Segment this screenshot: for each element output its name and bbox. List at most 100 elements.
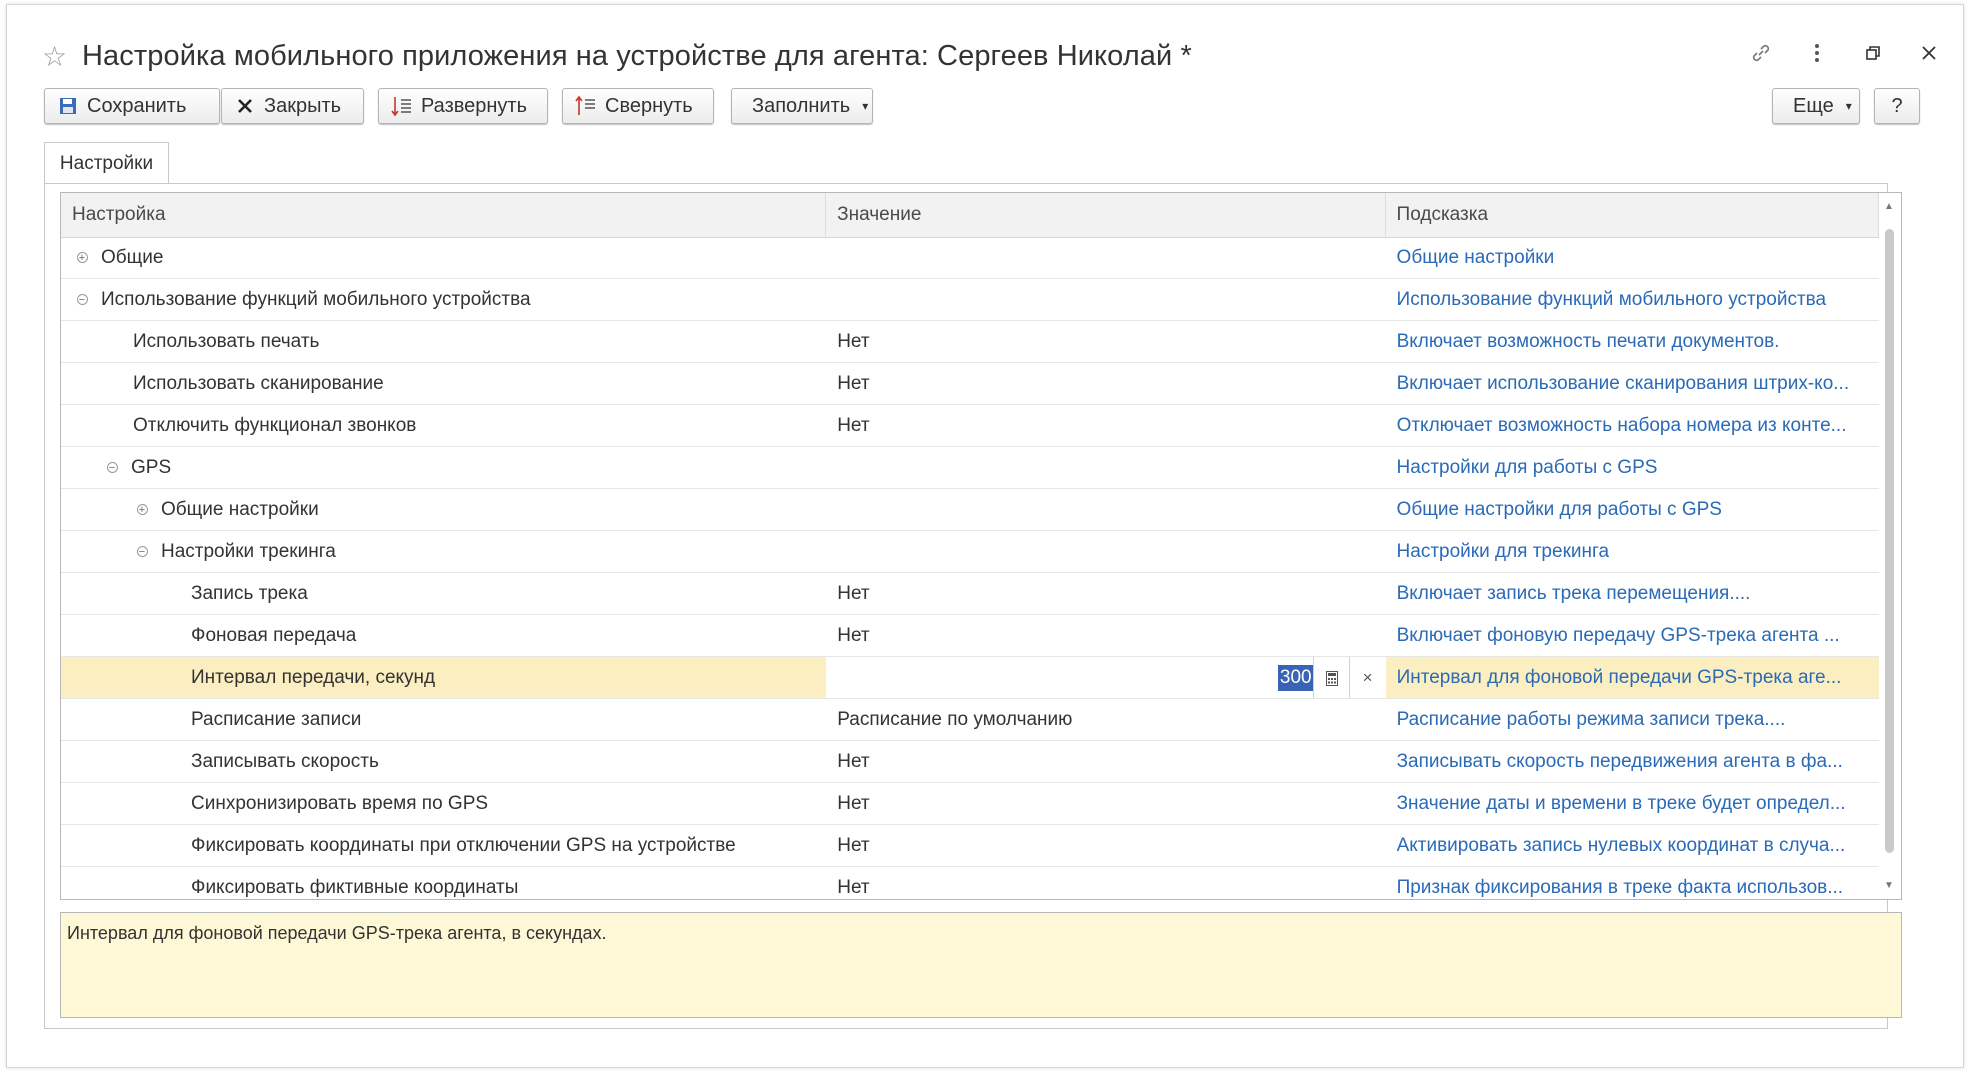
setting-name: Общие [101, 246, 164, 268]
table-row[interactable]: − Настройки трекинга Настройки для трекин… [61, 531, 1879, 573]
star-icon[interactable]: ☆ [42, 40, 82, 73]
tab-settings[interactable]: Настройки [44, 142, 169, 184]
value-cell[interactable]: Расписание по умолчанию [826, 699, 1385, 740]
value-cell[interactable]: Нет [826, 321, 1385, 362]
vertical-scrollbar[interactable]: ▲ ▼ [1879, 193, 1901, 899]
value-editor[interactable]: 300 × [826, 657, 1386, 698]
description-text: Интервал для фоновой передачи GPS-трека … [67, 923, 607, 943]
hint-cell: Интервал для фоновой передачи GPS-трека … [1385, 657, 1879, 698]
hint-text: Активировать запись нулевых координат в … [1396, 834, 1846, 856]
link-icon[interactable] [1746, 38, 1776, 68]
table-row[interactable]: Расписание записи Расписание по умолчани… [61, 699, 1879, 741]
setting-cell: Синхронизировать время по GPS [61, 783, 826, 824]
value-cell[interactable]: Нет [826, 783, 1385, 824]
value-cell[interactable] [826, 279, 1385, 320]
chevron-down-icon: ▾ [1845, 99, 1852, 113]
close-button[interactable]: Закрыть [221, 88, 364, 124]
chevron-down-icon: ▾ [862, 99, 869, 113]
expand-plus-icon[interactable]: + [71, 247, 93, 269]
column-header-setting[interactable]: Настройка [61, 193, 827, 237]
table-row[interactable]: Фоновая передача Нет Включает фоновую пе… [61, 615, 1879, 657]
restore-icon[interactable] [1858, 38, 1888, 68]
setting-name: Настройки трекинга [161, 540, 336, 562]
more-dropdown-button[interactable]: Еще ▾ [1772, 88, 1860, 124]
clear-icon[interactable]: × [1348, 657, 1386, 698]
setting-name: Расписание записи [191, 708, 362, 730]
value-cell[interactable] [826, 237, 1385, 278]
table-row[interactable]: + Общие настройки Общие настройки для раб… [61, 489, 1879, 531]
table-row[interactable]: Синхронизировать время по GPS Нет Значен… [61, 783, 1879, 825]
fill-dropdown-button[interactable]: Заполнить ▾ [731, 88, 873, 124]
interval-input[interactable]: 300 [1277, 665, 1314, 691]
table-row[interactable]: − Использование функций мобильного устрой… [61, 279, 1879, 321]
setting-name: Фоновая передача [191, 624, 357, 646]
calculator-icon[interactable] [1312, 657, 1350, 698]
value-cell[interactable]: Нет [826, 825, 1385, 866]
scroll-thumb[interactable] [1885, 229, 1894, 853]
setting-name: Использование функций мобильного устройс… [101, 288, 531, 310]
table-row[interactable]: Фиксировать координаты при отключении GP… [61, 825, 1879, 867]
value-cell[interactable] [826, 531, 1385, 572]
column-header-value[interactable]: Значение [826, 193, 1386, 237]
hint-text: Признак фиксирования в треке факта испол… [1396, 876, 1844, 898]
hint-cell: Признак фиксирования в треке факта испол… [1386, 867, 1879, 899]
setting-cell: Отключить функционал звонков [61, 405, 826, 446]
save-button[interactable]: Сохранить [44, 88, 220, 124]
scroll-up-icon[interactable]: ▲ [1884, 201, 1894, 212]
table-row[interactable]: Запись трека Нет Включает запись трека п… [61, 573, 1879, 615]
setting-name: Интервал передачи, секунд [191, 666, 436, 688]
table-row[interactable]: + Общие Общие настройки [61, 237, 1879, 279]
table-row[interactable]: − GPS Настройки для работы с GPS [61, 447, 1879, 489]
table-row[interactable]: Записывать скорость Нет Записывать скоро… [61, 741, 1879, 783]
setting-cell: + Общие [61, 237, 826, 278]
floppy-icon [57, 95, 79, 117]
fill-button-label: Заполнить [752, 94, 851, 117]
value-cell[interactable]: Нет [826, 363, 1385, 404]
setting-name: Запись трека [191, 582, 308, 604]
hint-text: Включает использование сканирования штри… [1396, 372, 1850, 394]
expand-plus-icon[interactable]: + [131, 499, 153, 521]
more-icon[interactable] [1802, 38, 1832, 68]
hint-cell: Настройки для трекинга [1386, 531, 1879, 572]
table-row[interactable]: Использовать печать Нет Включает возможн… [61, 321, 1879, 363]
setting-cell: − Настройки трекинга [61, 531, 826, 572]
setting-name: Фиксировать координаты при отключении GP… [191, 834, 736, 856]
setting-cell: Фиксировать фиктивные координаты [61, 867, 826, 899]
hint-cell: Записывать скорость передвижения агента … [1386, 741, 1879, 782]
table-row-selected[interactable]: Интервал передачи, секунд 300 × Интервал… [61, 657, 1879, 699]
table-header: Настройка Значение Подсказка [61, 193, 1879, 238]
collapse-minus-icon[interactable]: − [131, 541, 153, 563]
hint-text: Включает запись трека перемещения.... [1396, 582, 1751, 604]
value-cell[interactable] [826, 447, 1385, 488]
collapse-minus-icon[interactable]: − [71, 289, 93, 311]
setting-name: Общие настройки [161, 498, 319, 520]
collapse-tree-icon [575, 95, 597, 117]
description-panel: Интервал для фоновой передачи GPS-трека … [60, 912, 1902, 1018]
hint-cell: Использование функций мобильного устройс… [1386, 279, 1879, 320]
value-cell[interactable]: Нет [826, 405, 1385, 446]
scroll-down-icon[interactable]: ▼ [1884, 880, 1894, 891]
value-cell[interactable]: Нет [826, 573, 1385, 614]
setting-name: GPS [131, 456, 172, 478]
value-cell[interactable]: Нет [826, 741, 1385, 782]
collapse-minus-icon[interactable]: − [101, 457, 123, 479]
expand-button[interactable]: Развернуть [378, 88, 548, 124]
hint-cell: Включает фоновую передачу GPS-трека аген… [1386, 615, 1879, 656]
hint-cell: Включает использование сканирования штри… [1386, 363, 1879, 404]
setting-cell: − Использование функций мобильного устрой… [61, 279, 826, 320]
collapse-button[interactable]: Свернуть [562, 88, 714, 124]
table-row[interactable]: Использовать сканирование Нет Включает и… [61, 363, 1879, 405]
value-cell[interactable] [826, 489, 1385, 530]
table-row[interactable]: Отключить функционал звонков Нет Отключа… [61, 405, 1879, 447]
value-cell[interactable]: Нет [826, 867, 1385, 899]
value-cell[interactable]: Нет [826, 615, 1385, 656]
collapse-button-label: Свернуть [605, 94, 693, 117]
setting-cell: Расписание записи [61, 699, 826, 740]
setting-cell: Записывать скорость [61, 741, 826, 782]
setting-cell: Интервал передачи, секунд [61, 657, 827, 698]
setting-cell: Запись трека [61, 573, 826, 614]
close-icon[interactable] [1914, 38, 1944, 68]
column-header-hint[interactable]: Подсказка [1386, 193, 1879, 237]
help-button[interactable]: ? [1874, 88, 1920, 124]
table-row[interactable]: Фиксировать фиктивные координаты Нет При… [61, 867, 1879, 899]
